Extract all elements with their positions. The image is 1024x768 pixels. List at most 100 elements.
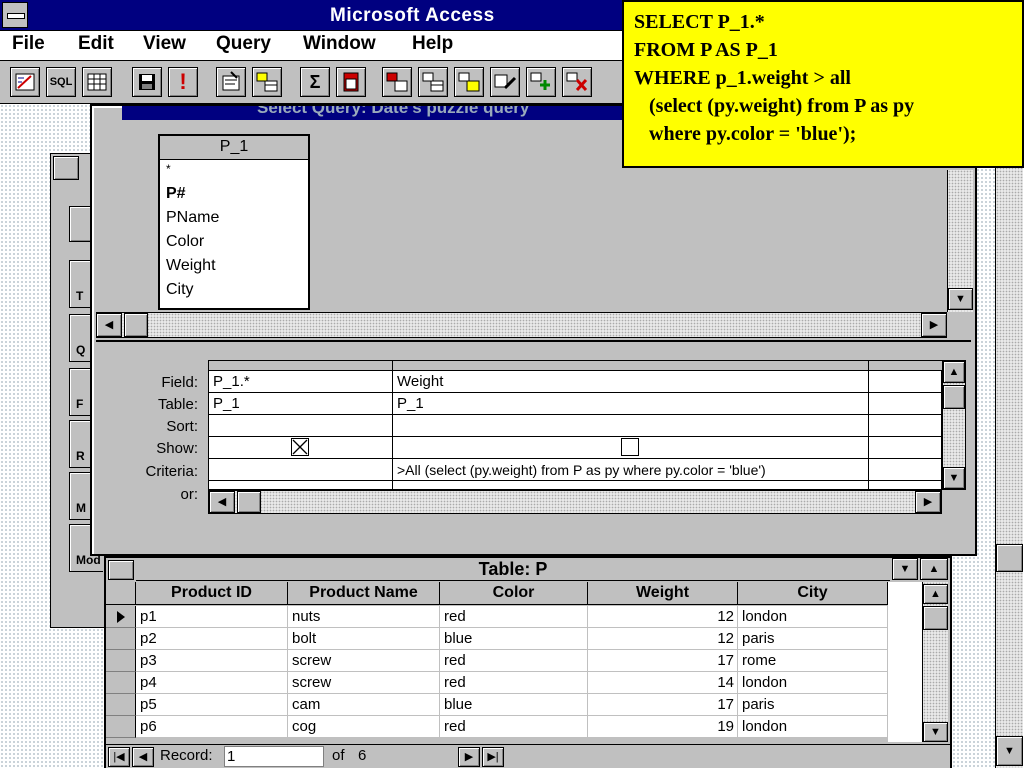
grid-field-cell[interactable]: P_1.*: [209, 371, 393, 393]
cell-product-name[interactable]: cog: [288, 716, 440, 738]
cell-weight[interactable]: 12: [588, 606, 738, 628]
table-pane-scroll-right-button[interactable]: ▶: [921, 313, 947, 337]
record-selector[interactable]: [106, 716, 136, 738]
cell-color[interactable]: red: [440, 606, 588, 628]
cell-city[interactable]: london: [738, 606, 888, 628]
next-record-button[interactable]: ▶: [458, 747, 480, 767]
menu-view[interactable]: View: [143, 33, 186, 55]
column-header-product-id[interactable]: Product ID: [136, 582, 288, 605]
cell-city[interactable]: paris: [738, 628, 888, 650]
column-header-weight[interactable]: Weight: [588, 582, 738, 605]
properties-button[interactable]: [216, 67, 246, 97]
cell-color[interactable]: red: [440, 716, 588, 738]
grid-sort-cell[interactable]: [209, 415, 393, 437]
column-header-color[interactable]: Color: [440, 582, 588, 605]
previous-record-button[interactable]: ◀: [132, 747, 154, 767]
grid-table-cell[interactable]: P_1: [209, 393, 393, 415]
run-button[interactable]: !: [168, 67, 198, 97]
cell-weight[interactable]: 12: [588, 628, 738, 650]
add-button[interactable]: [526, 67, 556, 97]
datasheet-view-button[interactable]: [82, 67, 112, 97]
field-list-item-city[interactable]: City: [160, 278, 308, 302]
append-query-button[interactable]: [454, 67, 484, 97]
cell-city[interactable]: london: [738, 672, 888, 694]
add-table-button[interactable]: [252, 67, 282, 97]
cell-product-id[interactable]: p1: [136, 606, 288, 628]
table-scroll-thumb[interactable]: [923, 606, 948, 630]
table-vertical-scrollbar[interactable]: ▲ ▼: [922, 582, 948, 742]
record-selector[interactable]: [106, 694, 136, 716]
cell-color[interactable]: blue: [440, 628, 588, 650]
grid-field-cell[interactable]: Weight: [393, 371, 869, 393]
grid-horizontal-scroll-thumb[interactable]: [237, 491, 261, 513]
cell-product-name[interactable]: screw: [288, 672, 440, 694]
grid-horizontal-scrollbar[interactable]: ◀ ▶: [208, 490, 942, 514]
field-list-item-color[interactable]: Color: [160, 230, 308, 254]
grid-scroll-left-button[interactable]: ◀: [209, 491, 235, 513]
column-header-product-name[interactable]: Product Name: [288, 582, 440, 605]
table-pane-vertical-scrollbar[interactable]: ▼: [947, 170, 973, 312]
cell-city[interactable]: london: [738, 716, 888, 738]
record-number-input[interactable]: 1: [224, 746, 324, 767]
cell-weight[interactable]: 19: [588, 716, 738, 738]
menu-help[interactable]: Help: [412, 33, 453, 55]
field-list-item-pname[interactable]: PName: [160, 206, 308, 230]
field-list-item-weight[interactable]: Weight: [160, 254, 308, 278]
cell-product-name[interactable]: cam: [288, 694, 440, 716]
grid-empty-cell[interactable]: [869, 415, 943, 437]
menu-file[interactable]: File: [12, 33, 45, 55]
header-selector[interactable]: [106, 582, 136, 605]
grid-empty-cell[interactable]: [869, 459, 943, 481]
cell-city[interactable]: rome: [738, 650, 888, 672]
cell-product-id[interactable]: p3: [136, 650, 288, 672]
menu-edit[interactable]: Edit: [78, 33, 114, 55]
column-selector-1[interactable]: [209, 361, 393, 371]
grid-criteria-cell[interactable]: [209, 459, 393, 481]
background-scroll-thumb[interactable]: [996, 544, 1023, 572]
record-selector-current[interactable]: [106, 606, 136, 628]
background-vertical-scrollbar[interactable]: ▼: [995, 104, 1023, 768]
cell-color[interactable]: blue: [440, 694, 588, 716]
menu-window[interactable]: Window: [303, 33, 376, 55]
table-scroll-up-button[interactable]: ▲: [923, 584, 948, 604]
first-record-button[interactable]: |◀: [108, 747, 130, 767]
table-pane-scroll-down-button[interactable]: ▼: [948, 288, 973, 310]
background-scroll-down-button[interactable]: ▼: [996, 736, 1023, 766]
grid-empty-cell[interactable]: [869, 371, 943, 393]
table-pane-horizontal-scrollbar[interactable]: ◀ ▶: [96, 312, 947, 338]
edit-query-button[interactable]: [490, 67, 520, 97]
grid-criteria-cell[interactable]: >All (select (py.weight) from P as py wh…: [393, 459, 869, 481]
cell-weight[interactable]: 17: [588, 650, 738, 672]
cell-weight[interactable]: 14: [588, 672, 738, 694]
last-record-button[interactable]: ▶|: [482, 747, 504, 767]
table-pane-scroll-thumb[interactable]: [124, 313, 148, 337]
table-scroll-down-button[interactable]: ▼: [923, 722, 948, 742]
minimize-button[interactable]: ▼: [892, 558, 918, 580]
record-selector[interactable]: [106, 650, 136, 672]
grid-table-cell[interactable]: P_1: [393, 393, 869, 415]
grid-vertical-scrollbar[interactable]: ▲ ▼: [942, 360, 966, 490]
make-table-button[interactable]: [382, 67, 412, 97]
cell-city[interactable]: paris: [738, 694, 888, 716]
grid-empty-cell[interactable]: [869, 437, 943, 459]
show-checkbox-checked[interactable]: [291, 438, 309, 456]
grid-sort-cell[interactable]: [393, 415, 869, 437]
cell-weight[interactable]: 17: [588, 694, 738, 716]
cell-product-id[interactable]: p2: [136, 628, 288, 650]
grid-or-cell[interactable]: [393, 481, 869, 490]
save-button[interactable]: [132, 67, 162, 97]
column-selector-3[interactable]: [869, 361, 943, 371]
delete-query-button[interactable]: [562, 67, 592, 97]
field-list-item-all[interactable]: *: [160, 160, 308, 182]
cell-product-name[interactable]: screw: [288, 650, 440, 672]
cell-product-name[interactable]: nuts: [288, 606, 440, 628]
grid-scroll-thumb[interactable]: [943, 385, 965, 409]
record-selector[interactable]: [106, 672, 136, 694]
crosstab-button[interactable]: [336, 67, 366, 97]
cell-product-id[interactable]: p6: [136, 716, 288, 738]
grid-scroll-up-button[interactable]: ▲: [943, 361, 965, 383]
grid-show-cell[interactable]: [209, 437, 393, 459]
grid-show-cell[interactable]: [393, 437, 869, 459]
show-checkbox-unchecked[interactable]: [621, 438, 639, 456]
record-selector[interactable]: [106, 628, 136, 650]
